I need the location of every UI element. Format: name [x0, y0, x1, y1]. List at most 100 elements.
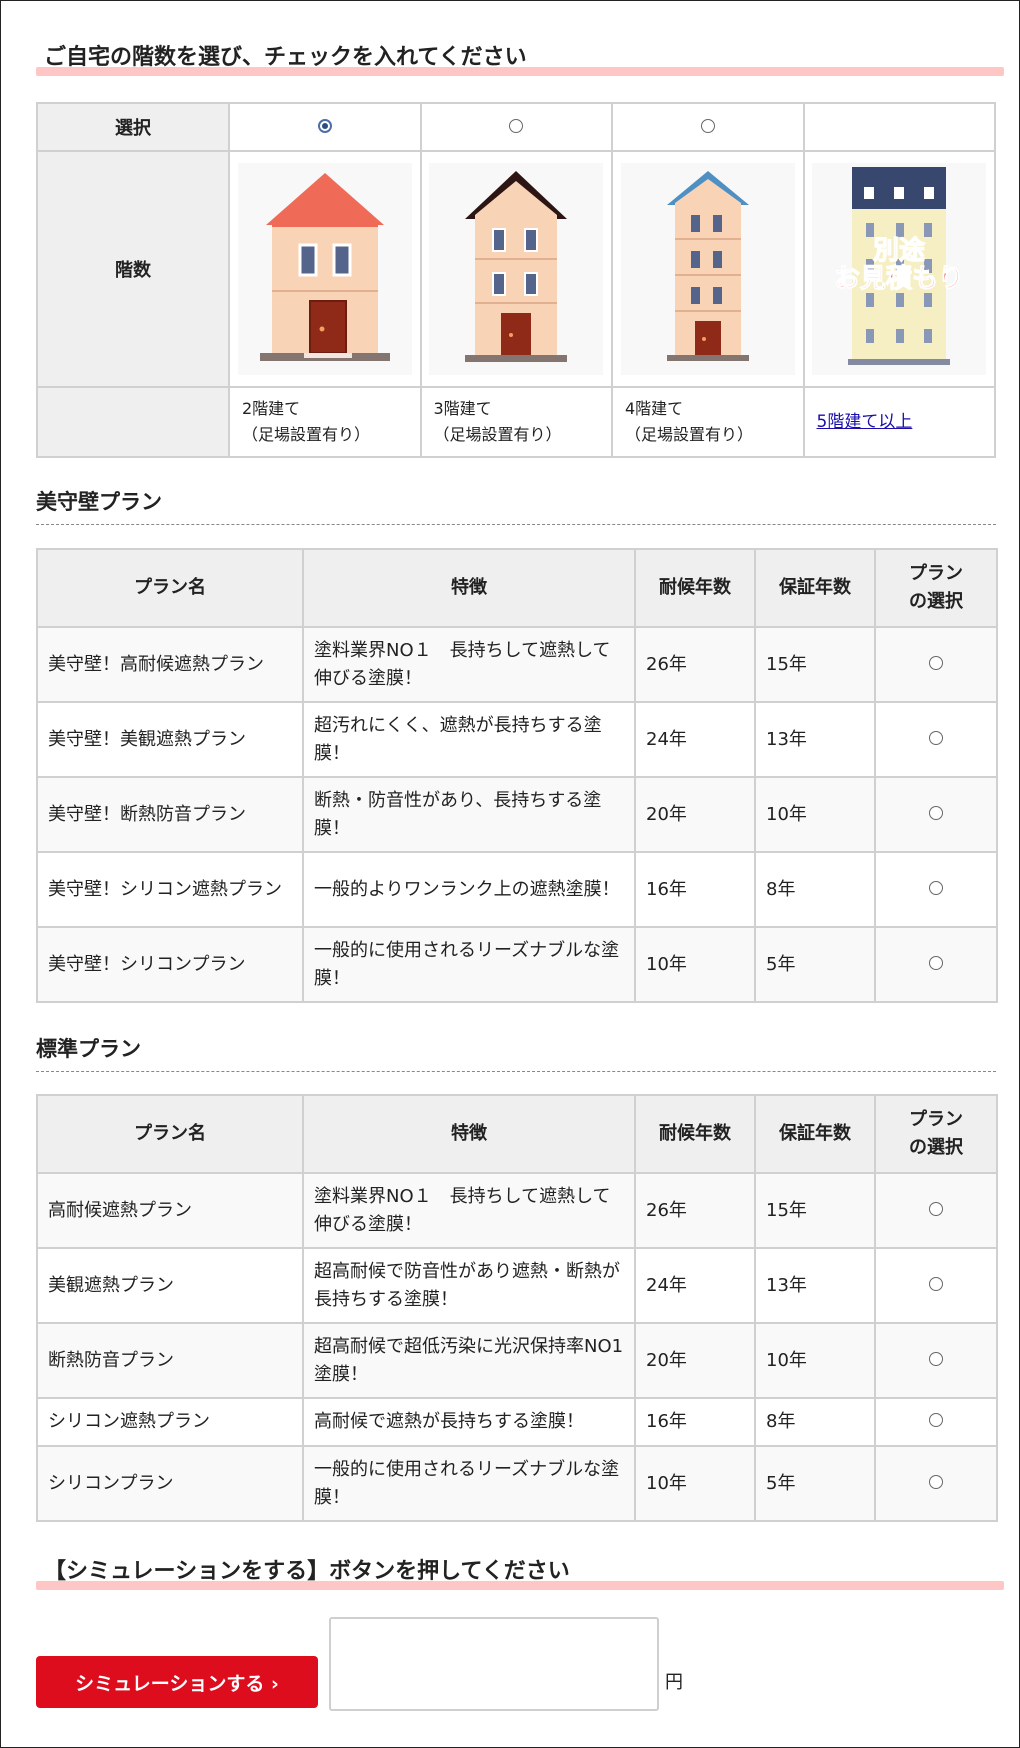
col-select: プラン の選択	[874, 548, 998, 628]
plan-warranty-cell: 10年	[754, 1322, 876, 1399]
col-plan-name: プラン名	[36, 1094, 304, 1174]
plan-durability-cell: 20年	[634, 1322, 756, 1399]
plan-select-cell[interactable]	[874, 1172, 998, 1249]
plan-durability-cell: 10年	[634, 926, 756, 1003]
floor-option-4[interactable]	[611, 102, 805, 152]
plan-feature-cell: 断熱・防音性があり、長持ちする塗膜！	[302, 776, 636, 853]
floor-radio-3[interactable]	[509, 118, 524, 133]
plan-select-cell[interactable]	[874, 776, 998, 853]
plan-radio[interactable]	[929, 730, 943, 745]
yen-unit: 円	[665, 1672, 683, 1693]
plan-select-cell[interactable]	[874, 926, 998, 1003]
table-row: 高耐候遮熱プラン 塗料業界NO１ 長持ちして遮熱して伸びる塗膜！ 26年 15年	[36, 1172, 998, 1249]
plan-name-cell: シリコン遮熱プラン	[36, 1397, 304, 1447]
col-select-line1: プラン	[909, 1109, 963, 1130]
col-select-line2: の選択	[909, 591, 963, 612]
plan-warranty-cell: 15年	[754, 626, 876, 703]
col-durability: 耐候年数	[634, 548, 756, 628]
plan-durability-cell: 16年	[634, 851, 756, 928]
table-row: 美観遮熱プラン 超高耐候で防音性があり遮熱・断熱が長持ちする塗膜！ 24年 13…	[36, 1247, 998, 1324]
plan-name-cell: 美守壁！高耐候遮熱プラン	[36, 626, 304, 703]
plan-radio[interactable]	[929, 1201, 943, 1216]
caption-4-line1: 4階建て	[625, 399, 684, 418]
floor-caption-5: 5階建て以上	[802, 386, 996, 458]
plan-radio[interactable]	[929, 1276, 943, 1291]
col-select-line1: プラン	[909, 563, 963, 584]
plan-select-cell[interactable]	[874, 701, 998, 778]
plan-feature-cell: 一般的よりワンランク上の遮熱塗膜！	[302, 851, 636, 928]
plan-feature-cell: 高耐候で遮熱が長持ちする塗膜！	[302, 1397, 636, 1447]
col-select: プラン の選択	[874, 1094, 998, 1174]
three-story-house-image	[429, 163, 604, 375]
plan-select-cell[interactable]	[874, 1445, 998, 1522]
floor-section-heading: ご自宅の階数を選び、チェックを入れてください	[36, 44, 1004, 76]
table-row: 断熱防音プラン 超高耐候で超低汚染に光沢保持率NO1塗膜！ 20年 10年	[36, 1322, 998, 1399]
floor-heading-text: ご自宅の階数を選び、チェックを入れてください	[44, 45, 527, 70]
table-row: 美守壁！シリコンプラン 一般的に使用されるリーズナブルな塗膜！ 10年 5年	[36, 926, 998, 1003]
caption-row-label	[36, 386, 230, 458]
two-story-house-image	[237, 163, 412, 375]
plan-radio[interactable]	[929, 1474, 943, 1489]
floor-option-3[interactable]	[419, 102, 613, 152]
floor-radio-4[interactable]	[700, 118, 715, 133]
col-durability: 耐候年数	[634, 1094, 756, 1174]
plan-feature-cell: 超高耐候で超低汚染に光沢保持率NO1塗膜！	[302, 1322, 636, 1399]
floor-option-5-empty	[802, 102, 996, 152]
plan-feature-cell: 一般的に使用されるリーズナブルな塗膜！	[302, 1445, 636, 1522]
floor-image-cell-4	[611, 150, 805, 388]
simulation-heading: 【シミュレーションをする】ボタンを押してください	[36, 1558, 1004, 1590]
bishu-plan-table: プラン名 特徴 耐候年数 保証年数 プラン の選択 美守壁！高耐候遮熱プラン 塗…	[36, 548, 998, 1003]
floor-option-2[interactable]	[228, 102, 422, 152]
plan-durability-cell: 20年	[634, 776, 756, 853]
plan-feature-cell: 超汚れにくく、遮熱が長持ちする塗膜！	[302, 701, 636, 778]
plan-name-cell: 美守壁！美観遮熱プラン	[36, 701, 304, 778]
plan-warranty-cell: 8年	[754, 1397, 876, 1447]
plan-warranty-cell: 8年	[754, 851, 876, 928]
col-warranty: 保証年数	[754, 1094, 876, 1174]
table-row: 美守壁！美観遮熱プラン 超汚れにくく、遮熱が長持ちする塗膜！ 24年 13年	[36, 701, 998, 778]
plan-name-cell: 美守壁！シリコン遮熱プラン	[36, 851, 304, 928]
table-row: シリコン遮熱プラン 高耐候で遮熱が長持ちする塗膜！ 16年 8年	[36, 1397, 998, 1447]
plan-durability-cell: 10年	[634, 1445, 756, 1522]
plan-radio[interactable]	[929, 1413, 943, 1427]
plan-warranty-cell: 13年	[754, 1247, 876, 1324]
simulate-button[interactable]: シミュレーションする ›	[36, 1656, 318, 1708]
simulation-result-field[interactable]	[329, 1617, 659, 1711]
plan-select-cell[interactable]	[874, 626, 998, 703]
floor-table: 選択 階数 別途 お見積もり 2階建て （足場設置有り） 3階建て （足場設置有…	[36, 102, 996, 458]
table-row: 美守壁！シリコン遮熱プラン 一般的よりワンランク上の遮熱塗膜！ 16年 8年	[36, 851, 998, 928]
plan-radio[interactable]	[929, 955, 943, 970]
plan-name-cell: 美観遮熱プラン	[36, 1247, 304, 1324]
floor-image-cell-3	[419, 150, 613, 388]
plan-radio[interactable]	[929, 805, 943, 820]
plan-radio[interactable]	[929, 880, 943, 895]
plan-select-cell[interactable]	[874, 1247, 998, 1324]
plan-name-cell: 断熱防音プラン	[36, 1322, 304, 1399]
caption-3-line2: （足場設置有り）	[433, 425, 562, 444]
floor-radio-2[interactable]	[317, 118, 332, 133]
four-story-house-image	[620, 163, 795, 375]
five-plus-story-building-image: 別途 お見積もり	[812, 163, 987, 375]
floor-caption-2: 2階建て （足場設置有り）	[228, 386, 422, 458]
plan-feature-cell: 塗料業界NO１ 長持ちして遮熱して伸びる塗膜！	[302, 1172, 636, 1249]
plan-warranty-cell: 13年	[754, 701, 876, 778]
plan-radio[interactable]	[929, 1351, 943, 1366]
plan-radio[interactable]	[929, 655, 943, 670]
floor-caption-4: 4階建て （足場設置有り）	[611, 386, 805, 458]
plan-select-cell[interactable]	[874, 1322, 998, 1399]
floor-image-cell-5: 別途 お見積もり	[802, 150, 996, 388]
table-row: 美守壁！高耐候遮熱プラン 塗料業界NO１ 長持ちして遮熱して伸びる塗膜！ 26年…	[36, 626, 998, 703]
plan-name-cell: 高耐候遮熱プラン	[36, 1172, 304, 1249]
col-feature: 特徴	[302, 1094, 636, 1174]
estimate-overlay-line2: お見積もり	[834, 264, 964, 294]
five-plus-floors-link[interactable]: 5階建て以上	[817, 412, 913, 432]
col-feature: 特徴	[302, 548, 636, 628]
standard-plan-heading: 標準プラン	[36, 1035, 996, 1072]
caption-3-line1: 3階建て	[433, 399, 492, 418]
table-row: 美守壁！断熱防音プラン 断熱・防音性があり、長持ちする塗膜！ 20年 10年	[36, 776, 998, 853]
plan-select-cell[interactable]	[874, 1397, 998, 1447]
plan-select-cell[interactable]	[874, 851, 998, 928]
plan-durability-cell: 16年	[634, 1397, 756, 1447]
floor-caption-3: 3階建て （足場設置有り）	[419, 386, 613, 458]
table-row: シリコンプラン 一般的に使用されるリーズナブルな塗膜！ 10年 5年	[36, 1445, 998, 1522]
